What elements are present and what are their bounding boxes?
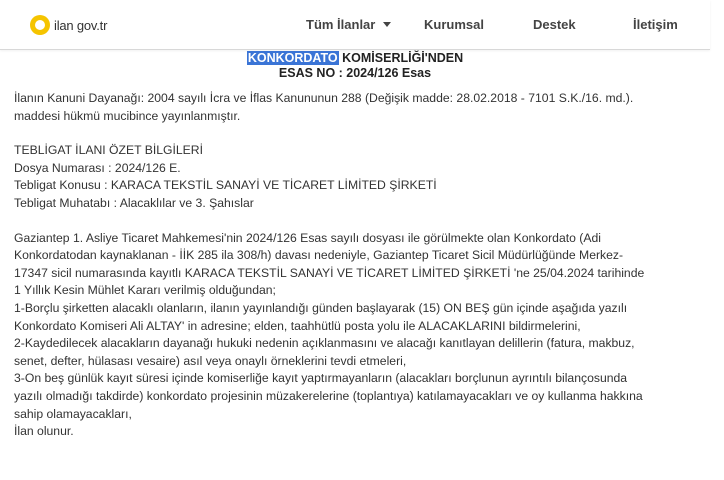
esas-number: ESAS NO : 2024/126 Esas <box>278 66 432 80</box>
body-line: 1 Yıllık Kesin Mühlet Kararı verilmiş ol… <box>14 283 276 298</box>
body-line: Konkordatodan kaynaklanan - İİK 285 ila … <box>14 248 624 263</box>
body-line: 1-Borçlu şirketten alacaklı olanların, i… <box>14 300 628 315</box>
summary-line: Tebligat Konusu : KARACA TEKSTİL SANAYİ … <box>14 178 437 193</box>
nav-support-label: Destek <box>533 17 576 32</box>
nav-all-listings[interactable]: Tüm İlanlar <box>306 17 392 32</box>
announcement-title: KONKORDATO KOMİSERLİĞİ'NDEN ESAS NO : 20… <box>0 51 710 81</box>
summary-heading: TEBLİGAT İLANI ÖZET BİLGİLERİ <box>14 143 203 158</box>
body-line: Gaziantep 1. Asliye Ticaret Mahkemesi'ni… <box>14 230 601 245</box>
caret-down-icon <box>383 22 392 27</box>
selected-text: KONKORDATO <box>246 51 339 65</box>
body-line: 2-Kaydedilecek alacakların dayanağı huku… <box>14 336 635 351</box>
body-line: sahip olamayacakları, <box>14 406 132 421</box>
logo-circle-icon <box>30 15 50 35</box>
body-line: 3-On beş günlük kayıt süresi içinde komi… <box>14 371 628 386</box>
body-line: yazılı olmadığı takdirde) konkordato pro… <box>14 388 643 403</box>
nav-contact-label: İletişim <box>633 17 678 32</box>
body-line: Konkordato Komiseri Ali ALTAY' in adresi… <box>14 318 581 333</box>
legal-basis-line: maddesi hükmü mucibince yayınlanmıştır. <box>14 108 241 123</box>
summary-line: Dosya Numarası : 2024/126 E. <box>14 160 181 175</box>
summary-line: Tebligat Muhatabı : Alacaklılar ve 3. Şa… <box>14 195 254 210</box>
body-line: senet, defter, hülasası vesaire) asıl ve… <box>14 353 407 368</box>
top-navbar: ilan gov.tr Tüm İlanlar Kurumsal Destek … <box>0 0 710 50</box>
body-line: 17347 sicil numarasında kayıtlı KARACA T… <box>14 265 645 280</box>
logo-text: ilan gov.tr <box>54 17 108 33</box>
nav-support[interactable]: Destek <box>533 17 576 32</box>
title-line: KONKORDATO KOMİSERLİĞİ'NDEN <box>0 51 710 66</box>
legal-basis-line: İlanın Kanuni Dayanağı: 2004 sayılı İcra… <box>14 91 634 105</box>
site-logo[interactable]: ilan gov.tr <box>30 12 107 38</box>
nav-corporate-label: Kurumsal <box>424 17 484 32</box>
nav-contact[interactable]: İletişim <box>633 17 678 32</box>
nav-corporate[interactable]: Kurumsal <box>424 17 484 32</box>
body-line: İlan olunur. <box>14 424 74 439</box>
announcement-body: İlanın Kanuni Dayanağı: 2004 sayılı İcra… <box>14 90 694 441</box>
nav-all-listings-label: Tüm İlanlar <box>306 17 376 32</box>
title-rest: KOMİSERLİĞİ'NDEN <box>338 51 464 65</box>
